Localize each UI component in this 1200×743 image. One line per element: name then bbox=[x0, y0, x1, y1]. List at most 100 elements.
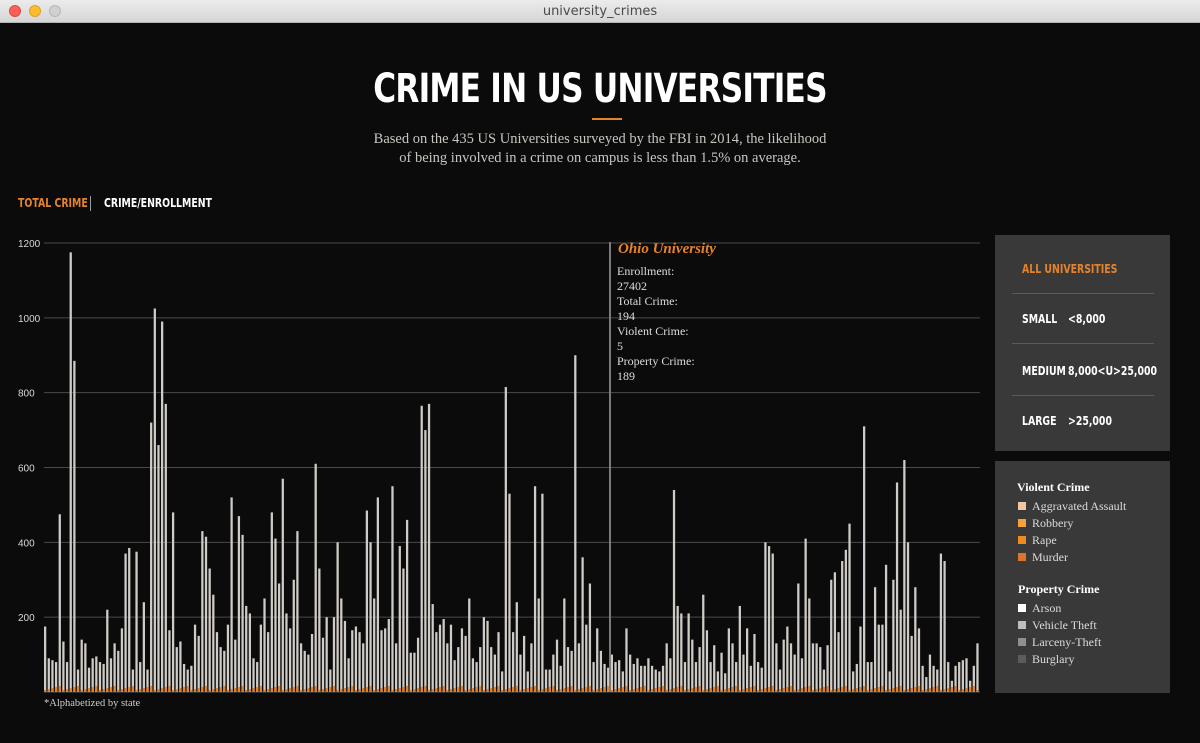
crime-bar[interactable] bbox=[936, 669, 939, 692]
crime-bar[interactable] bbox=[888, 671, 891, 692]
crime-bar[interactable] bbox=[976, 643, 979, 692]
crime-bar[interactable] bbox=[672, 489, 676, 692]
crime-bar[interactable] bbox=[654, 669, 657, 692]
crime-bar[interactable] bbox=[541, 493, 544, 692]
crime-bar[interactable] bbox=[830, 579, 833, 692]
crime-bar[interactable] bbox=[482, 617, 486, 692]
legend-item-arson[interactable]: Arson bbox=[1018, 601, 1061, 616]
crime-bar[interactable] bbox=[636, 658, 639, 692]
crime-bar[interactable] bbox=[501, 671, 504, 692]
crime-bar[interactable] bbox=[307, 654, 310, 692]
crime-bar[interactable] bbox=[347, 658, 350, 692]
legend-item-murder[interactable]: Murder bbox=[1018, 550, 1068, 565]
crime-bar[interactable] bbox=[135, 551, 138, 692]
crime-bar[interactable] bbox=[691, 639, 694, 692]
crime-bar[interactable] bbox=[343, 620, 347, 692]
crime-bar[interactable] bbox=[73, 360, 76, 692]
crime-bar[interactable] bbox=[314, 463, 317, 692]
crime-bar[interactable] bbox=[742, 654, 745, 692]
crime-bar[interactable] bbox=[709, 662, 712, 692]
crime-bar[interactable] bbox=[917, 628, 921, 692]
crime-bar[interactable] bbox=[493, 654, 496, 692]
filter-medium-range[interactable]: 8,000<U>25,000 bbox=[1068, 364, 1157, 378]
crime-bar[interactable] bbox=[80, 639, 83, 692]
crime-bar[interactable] bbox=[618, 660, 621, 692]
crime-bar[interactable] bbox=[943, 561, 946, 692]
crime-bar[interactable] bbox=[402, 568, 405, 692]
legend-item-larceny-theft[interactable]: Larceny-Theft bbox=[1018, 635, 1101, 650]
crime-bar[interactable] bbox=[548, 669, 551, 692]
crime-bar[interactable] bbox=[764, 542, 767, 692]
crime-bar[interactable] bbox=[610, 654, 613, 692]
crime-bar[interactable] bbox=[508, 493, 511, 692]
filter-small-range[interactable]: <8,000 bbox=[1068, 312, 1105, 326]
crime-bar[interactable] bbox=[643, 665, 646, 692]
crime-bar[interactable] bbox=[380, 630, 383, 692]
crime-bar[interactable] bbox=[237, 516, 241, 692]
crime-bar[interactable] bbox=[826, 645, 829, 692]
crime-bar[interactable] bbox=[932, 665, 935, 692]
crime-bar[interactable] bbox=[647, 658, 650, 692]
crime-bar[interactable] bbox=[431, 604, 434, 692]
crime-bar[interactable] bbox=[102, 663, 105, 692]
crime-bar[interactable] bbox=[223, 650, 226, 692]
crime-bar[interactable] bbox=[833, 572, 837, 692]
crime-bar[interactable] bbox=[47, 658, 50, 692]
crime-bar[interactable] bbox=[650, 665, 654, 692]
crime-bar[interactable] bbox=[713, 645, 716, 692]
crime-bar[interactable] bbox=[479, 647, 482, 692]
crime-bar[interactable] bbox=[490, 647, 493, 692]
crime-bar[interactable] bbox=[559, 665, 562, 692]
crime-bar[interactable] bbox=[522, 635, 526, 693]
crime-bar[interactable] bbox=[939, 553, 943, 692]
crime-bar[interactable] bbox=[398, 546, 401, 692]
crime-bar[interactable] bbox=[69, 252, 72, 692]
crime-bar[interactable] bbox=[512, 632, 515, 692]
crime-bar[interactable] bbox=[336, 542, 339, 692]
crime-bar[interactable] bbox=[873, 587, 877, 692]
crime-bar[interactable] bbox=[603, 663, 606, 692]
crime-bar[interactable] bbox=[533, 486, 537, 692]
crime-bar[interactable] bbox=[219, 647, 222, 692]
crime-bar[interactable] bbox=[735, 662, 738, 692]
crime-bar[interactable] bbox=[746, 628, 749, 692]
crime-bar[interactable] bbox=[676, 605, 679, 692]
crime-bar[interactable] bbox=[438, 624, 442, 692]
crime-bar[interactable] bbox=[318, 568, 321, 692]
crime-bar[interactable] bbox=[570, 650, 573, 692]
crime-bar[interactable] bbox=[153, 308, 156, 692]
crime-bar[interactable] bbox=[863, 426, 866, 692]
crime-bar[interactable] bbox=[157, 445, 160, 692]
crime-bar[interactable] bbox=[592, 662, 595, 692]
crime-bar[interactable] bbox=[139, 662, 142, 692]
crime-bar[interactable] bbox=[639, 665, 643, 692]
crime-bar[interactable] bbox=[808, 598, 811, 692]
crime-bar[interactable] bbox=[427, 403, 431, 692]
crime-bar[interactable] bbox=[51, 660, 54, 692]
crime-bar[interactable] bbox=[449, 624, 453, 692]
crime-bar[interactable] bbox=[585, 624, 588, 692]
crime-bar[interactable] bbox=[303, 650, 306, 692]
crime-bar[interactable] bbox=[760, 667, 763, 692]
crime-bar[interactable] bbox=[866, 662, 869, 692]
crime-bar[interactable] bbox=[749, 665, 752, 692]
crime-bar[interactable] bbox=[365, 510, 369, 692]
crime-bar[interactable] bbox=[150, 422, 153, 692]
crime-bar[interactable] bbox=[844, 549, 847, 692]
crime-bar[interactable] bbox=[892, 579, 895, 692]
crime-bar[interactable] bbox=[161, 321, 164, 692]
crime-bar[interactable] bbox=[325, 617, 328, 692]
crime-bar[interactable] bbox=[384, 628, 387, 692]
crime-bar[interactable] bbox=[530, 643, 533, 692]
crime-bar[interactable] bbox=[208, 568, 211, 692]
crime-bar[interactable] bbox=[724, 673, 727, 692]
crime-bar[interactable] bbox=[212, 594, 215, 692]
crime-bar[interactable] bbox=[109, 658, 113, 692]
crime-bar[interactable] bbox=[961, 660, 964, 692]
crime-bar[interactable] bbox=[596, 628, 599, 692]
legend-item-rape[interactable]: Rape bbox=[1018, 533, 1057, 548]
crime-bar[interactable] bbox=[171, 512, 175, 692]
crime-bar[interactable] bbox=[658, 671, 661, 692]
crime-bar[interactable] bbox=[460, 628, 464, 692]
crime-bar[interactable] bbox=[629, 654, 632, 692]
